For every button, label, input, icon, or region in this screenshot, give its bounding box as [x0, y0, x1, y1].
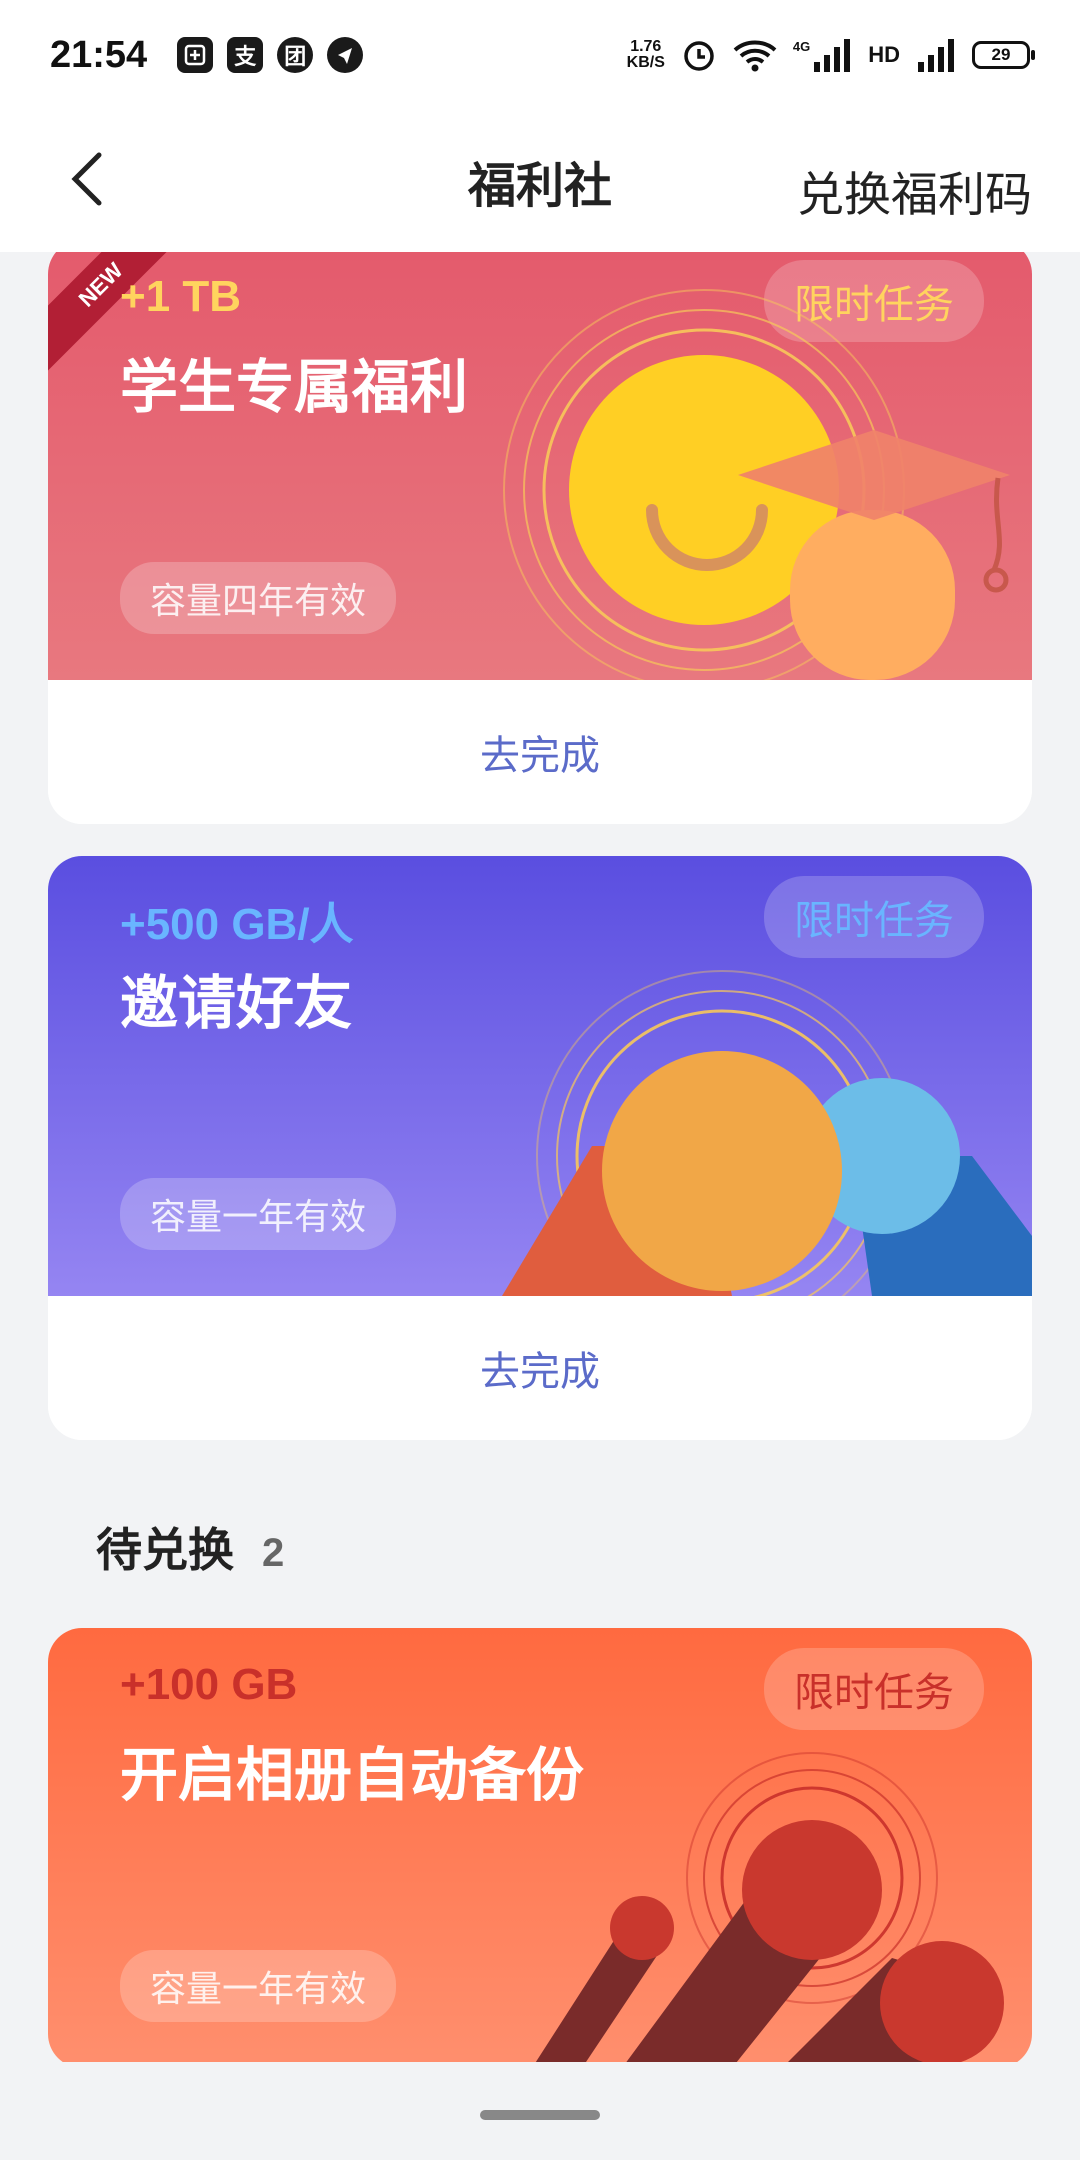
network-speed-value: 1.76	[630, 38, 662, 55]
card-student-welfare[interactable]: NEW +1 TB 学生专属福利 限时任务 容量四年有效 去完成	[48, 252, 1032, 824]
friends-illustration	[502, 970, 1032, 1296]
hd-label: HD	[868, 42, 900, 67]
alipay-icon: 支	[227, 37, 264, 73]
card-amount: +1 TB	[120, 272, 242, 321]
signal-icon	[918, 39, 954, 72]
signal-icon-4g	[814, 39, 851, 72]
pending-redeem-section-header: 待兑换 2	[96, 1514, 284, 1580]
direction-app-icon	[327, 37, 364, 73]
nav-bar: 福利社 兑换福利码	[0, 110, 1080, 252]
photo-backup-illustration	[535, 1752, 1004, 2062]
validity-label: 容量一年有效	[120, 1178, 397, 1250]
card-banner[interactable]: NEW +1 TB 学生专属福利 限时任务 容量四年有效	[48, 252, 1032, 680]
network-type-label: 4G	[792, 39, 811, 54]
redeem-code-link[interactable]: 兑换福利码	[797, 156, 1032, 225]
network-speed-unit: KB/S	[626, 54, 665, 71]
section-title: 待兑换	[96, 1523, 234, 1577]
meituan-icon: 团	[277, 37, 314, 73]
wifi-icon	[733, 40, 777, 72]
complete-task-button[interactable]: 去完成	[48, 1296, 1032, 1440]
card-amount: +100 GB	[120, 1660, 298, 1709]
app-notification-icon	[177, 37, 214, 73]
home-indicator[interactable]	[480, 2110, 600, 2120]
graduation-cap-illustration	[503, 289, 1010, 680]
alarm-icon	[684, 41, 714, 71]
battery-indicator: 29	[972, 41, 1035, 69]
battery-level: 29	[991, 45, 1011, 64]
card-banner[interactable]: +100 GB 开启相册自动备份 限时任务 容量一年有效	[48, 1628, 1032, 2062]
status-bar: 21:54 支 团 1.76 KB/S 4G HD 29	[0, 0, 1080, 110]
network-speed: 1.76 KB/S	[627, 39, 665, 71]
section-count: 2	[262, 1531, 285, 1575]
card-title: 学生专属福利	[120, 353, 469, 421]
card-album-backup[interactable]: +100 GB 开启相册自动备份 限时任务 容量一年有效	[48, 1628, 1032, 2062]
welfare-list[interactable]: NEW +1 TB 学生专属福利 限时任务 容量四年有效 去完成 +500 GB…	[0, 252, 1080, 2062]
card-amount: +500 GB/人	[120, 900, 354, 949]
validity-label: 容量四年有效	[120, 562, 397, 634]
validity-label: 容量一年有效	[120, 1950, 397, 2022]
card-banner[interactable]: +500 GB/人 邀请好友 限时任务 容量一年有效	[48, 856, 1032, 1296]
card-title: 邀请好友	[120, 969, 353, 1037]
complete-task-button[interactable]: 去完成	[48, 680, 1032, 824]
card-invite-friends[interactable]: +500 GB/人 邀请好友 限时任务 容量一年有效 去完成	[48, 856, 1032, 1440]
status-time: 21:54	[50, 33, 148, 76]
